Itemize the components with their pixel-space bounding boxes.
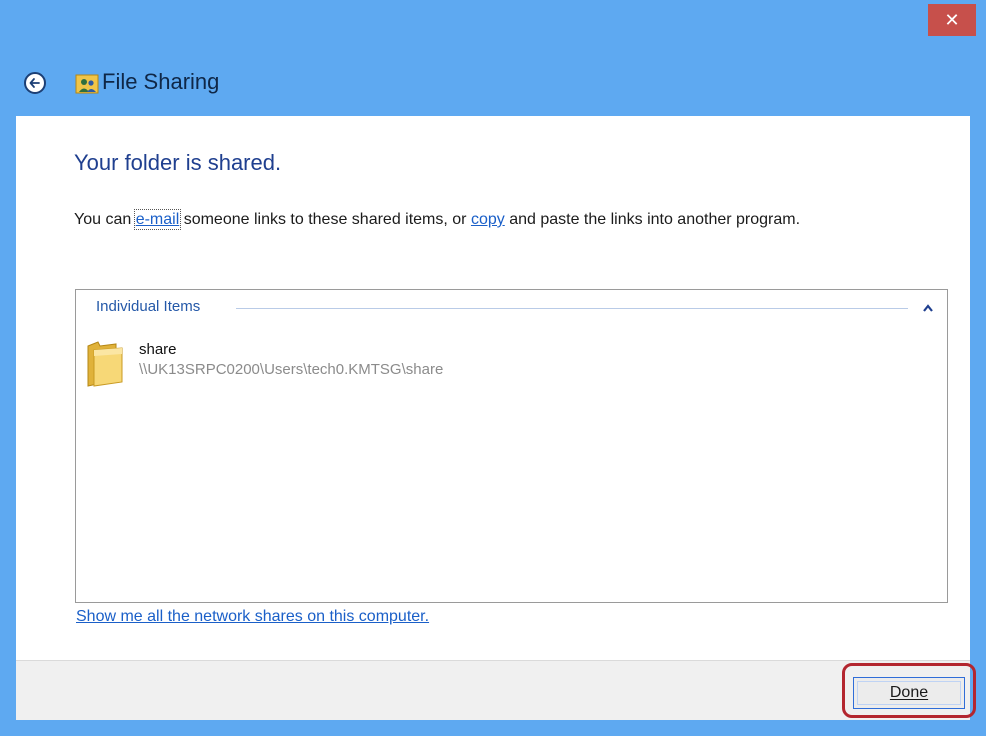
group-label: Individual Items	[96, 298, 209, 315]
item-name: share	[139, 341, 177, 358]
folder-icon	[87, 341, 123, 387]
show-network-shares-link[interactable]: Show me all the network shares on this c…	[76, 608, 429, 626]
title-bar: ✕	[0, 0, 986, 40]
done-label: Done	[889, 684, 929, 701]
file-sharing-window: ✕ File Sharing Your folder is shared. Yo…	[0, 0, 986, 736]
shared-items-list: Individual Items share \\UK13SRPC0200\Us…	[75, 289, 948, 603]
description-middle: someone links to these shared items, or	[179, 211, 471, 228]
collapse-group-button[interactable]	[920, 298, 936, 318]
email-link[interactable]: e-mail	[133, 209, 182, 230]
back-button[interactable]	[24, 72, 46, 94]
group-divider	[236, 308, 908, 309]
close-icon: ✕	[944, 9, 960, 31]
window-title: File Sharing	[102, 69, 220, 94]
description-prefix: You can	[74, 211, 136, 228]
window-header: File Sharing	[0, 56, 986, 108]
group-header: Individual Items	[96, 298, 936, 318]
chevron-up-icon	[923, 304, 933, 312]
list-item[interactable]: share \\UK13SRPC0200\Users\tech0.KMTSG\s…	[86, 340, 536, 390]
copy-link[interactable]: copy	[471, 211, 505, 228]
main-content: Your folder is shared. You can e-mail so…	[16, 116, 970, 660]
button-bar	[16, 660, 970, 720]
page-heading: Your folder is shared.	[74, 150, 282, 175]
file-sharing-icon	[75, 74, 99, 94]
done-button[interactable]: Done	[853, 677, 965, 709]
close-button[interactable]: ✕	[928, 4, 976, 36]
sharing-description: You can e-mail someone links to these sh…	[74, 209, 801, 230]
item-path: \\UK13SRPC0200\Users\tech0.KMTSG\share	[139, 361, 444, 378]
description-suffix: and paste the links into another program…	[504, 211, 801, 228]
back-arrow-icon	[29, 78, 40, 88]
